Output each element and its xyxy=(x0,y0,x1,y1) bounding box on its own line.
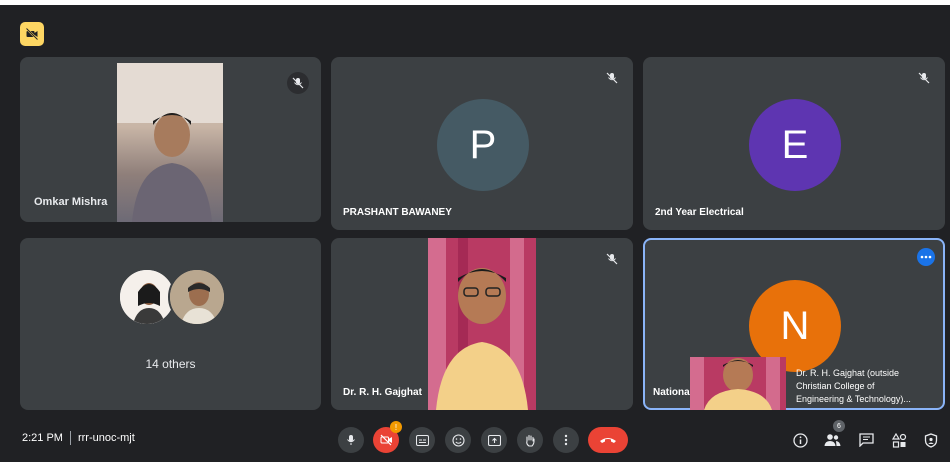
present-icon xyxy=(487,434,501,446)
participant-video xyxy=(117,63,223,222)
avatar-initial: E xyxy=(781,122,809,167)
people-count: 6 xyxy=(837,422,841,430)
participant-tile-prashant-bawaney[interactable]: P PRASHANT BAWANEY xyxy=(331,57,633,230)
people-button[interactable] xyxy=(822,430,842,450)
avatar: P xyxy=(437,99,529,191)
mic-icon xyxy=(347,435,355,445)
mic-off-icon xyxy=(292,77,304,89)
participant-name: Nationa xyxy=(653,387,690,398)
others-count-label: 14 others xyxy=(145,357,196,371)
hang-up-icon xyxy=(600,438,616,443)
clock-time: 2:21 PM xyxy=(22,432,63,444)
captions-icon xyxy=(415,434,429,446)
more-horizontal-icon xyxy=(920,255,932,259)
raise-hand-button[interactable] xyxy=(517,427,543,453)
pip-caption-line: Christian College of xyxy=(796,381,875,391)
hang-up-button[interactable] xyxy=(588,427,628,453)
camera-off-icon xyxy=(25,27,39,41)
participant-name: Omkar Mishra xyxy=(34,196,108,208)
meeting-info: 2:21 PM rrr-unoc-mjt xyxy=(22,431,135,445)
camera-warning-badge: ! xyxy=(390,421,402,433)
pip-caption: Dr. R. H. Gajghat (outside Christian Col… xyxy=(796,367,936,406)
participant-tile-dr-gajghat[interactable]: Dr. R. H. Gajghat xyxy=(331,238,633,410)
host-controls-icon xyxy=(924,432,938,448)
camera-off-icon xyxy=(380,434,392,446)
participant-video xyxy=(428,238,536,410)
more-vertical-icon xyxy=(564,434,568,446)
emoji-button[interactable] xyxy=(445,427,471,453)
pip-caption-line: Engineering & Technology)... xyxy=(796,394,911,404)
muted-indicator xyxy=(601,67,623,89)
mic-off-icon xyxy=(606,253,618,265)
participant-tile-omkar-mishra[interactable]: Omkar Mishra xyxy=(20,57,321,222)
activities-button[interactable] xyxy=(889,430,909,450)
participant-tile-2nd-year-electrical[interactable]: E 2nd Year Electrical xyxy=(643,57,945,230)
mic-button[interactable] xyxy=(338,427,364,453)
others-avatar-2 xyxy=(168,268,226,326)
avatar-initial: N xyxy=(780,303,810,348)
present-button[interactable] xyxy=(481,427,507,453)
people-icon xyxy=(824,434,840,446)
avatar-initial: P xyxy=(469,122,497,167)
captions-button[interactable] xyxy=(409,427,435,453)
muted-indicator xyxy=(601,248,623,270)
mic-off-icon xyxy=(918,72,930,84)
muted-indicator xyxy=(913,67,935,89)
camera-warning-text: ! xyxy=(394,422,398,432)
participant-tile-others[interactable]: 14 others xyxy=(20,238,321,410)
emoji-icon xyxy=(451,433,465,447)
chat-button[interactable] xyxy=(856,430,876,450)
more-options-button[interactable] xyxy=(553,427,579,453)
participant-name: 2nd Year Electrical xyxy=(655,207,744,218)
raise-hand-icon xyxy=(526,434,535,447)
info-icon xyxy=(792,432,808,448)
tile-options-button[interactable] xyxy=(917,248,935,266)
activities-icon xyxy=(891,432,906,448)
self-view-pip[interactable] xyxy=(690,357,786,410)
avatar: E xyxy=(749,99,841,191)
meet-window: Omkar Mishra P PRASHANT BAWANEY E 2nd Ye… xyxy=(0,5,950,462)
recording-badge[interactable] xyxy=(20,22,44,46)
muted-indicator xyxy=(287,72,309,94)
participant-name: Dr. R. H. Gajghat xyxy=(343,387,422,398)
divider xyxy=(69,431,71,445)
participant-name: PRASHANT BAWANEY xyxy=(343,207,452,218)
meeting-details-button[interactable] xyxy=(790,430,810,450)
pip-caption-line: Dr. R. H. Gajghat (outside xyxy=(796,368,900,378)
chat-icon xyxy=(858,433,874,447)
meeting-code: rrr-unoc-mjt xyxy=(77,432,135,444)
mic-off-icon xyxy=(606,72,618,84)
people-count-badge: 6 xyxy=(833,420,845,432)
bottom-control-bar: 2:21 PM rrr-unoc-mjt ! 6 xyxy=(0,418,950,462)
host-controls-button[interactable] xyxy=(921,430,941,450)
